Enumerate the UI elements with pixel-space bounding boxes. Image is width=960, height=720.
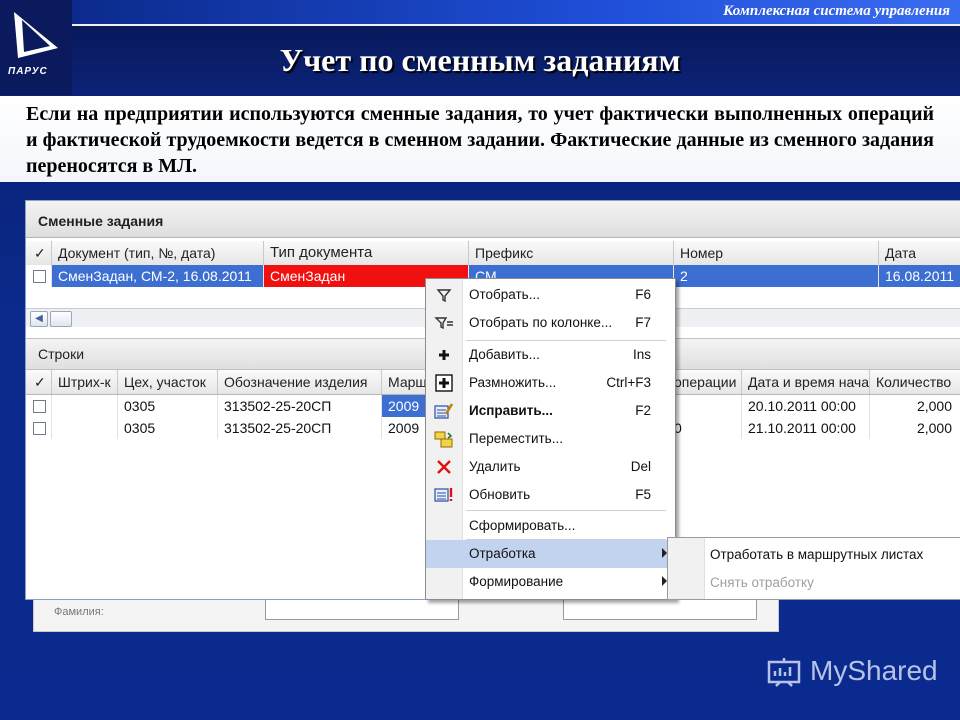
cell-product[interactable]: 313502-25-20СП [218, 395, 382, 417]
cell-barcode[interactable] [52, 395, 118, 417]
filter-icon [434, 286, 454, 304]
menu-item-shortcut: Del [630, 459, 651, 474]
col-date[interactable]: Дата [879, 241, 960, 265]
delete-icon [434, 458, 454, 476]
col-prefix[interactable]: Префикс [469, 241, 674, 265]
menu-item-shortcut: F6 [635, 287, 651, 302]
extra-field[interactable] [563, 598, 757, 620]
cell-document[interactable]: СменЗадан, СМ-2, 16.08.2011 [52, 265, 264, 287]
top-banner: Комплексная система управления [72, 0, 960, 26]
cell-quantity[interactable]: 2,000 [870, 395, 960, 417]
menu-item-label: Отработка [469, 546, 536, 561]
menu-item-label: Отобрать по колонке... [469, 315, 613, 330]
col-doc-type[interactable]: Тип документа [264, 241, 469, 265]
watermark: MyShared [810, 655, 938, 686]
menu-item-label: Размножить... [469, 375, 557, 390]
col-document[interactable]: Документ (тип, №, дата) [52, 241, 264, 265]
menu-separator [466, 510, 666, 511]
menu-item-generate[interactable]: Сформировать... [426, 512, 675, 540]
menu-item-shortcut: Ins [632, 347, 651, 362]
col2-product[interactable]: Обозначение изделия [218, 370, 382, 394]
menu-item-shortcut: Ctrl+F3 [606, 375, 651, 390]
menu-item-processing[interactable]: Отработка [426, 540, 675, 568]
col2-start-datetime[interactable]: Дата и время нача [742, 370, 870, 394]
menu-item-delete[interactable]: Удалить Del [426, 453, 675, 481]
menu-item-add[interactable]: Добавить... Ins [426, 341, 675, 369]
brand-text: Комплексная система управления [723, 3, 950, 19]
col2-barcode[interactable]: Штрих-к [52, 370, 118, 394]
submenu-processing: Отработать в маршрутных листах Снять отр… [667, 537, 960, 600]
surname-label: Фамилия: [54, 606, 104, 618]
submenu-item-label: Отработать в маршрутных листах [710, 547, 924, 562]
menu-item-label: Переместить... [469, 431, 563, 446]
cell-start-datetime[interactable]: 20.10.2011 00:00 [742, 395, 870, 417]
filter-column-icon [434, 314, 454, 332]
cell-product[interactable]: 313502-25-20СП [218, 417, 382, 439]
cell-number[interactable]: 2 [674, 265, 879, 287]
cell-workshop[interactable]: 0305 [118, 395, 218, 417]
menu-item-shortcut: F5 [635, 487, 651, 502]
col2-quantity[interactable]: Количество [870, 370, 960, 394]
section2-title: Строки [38, 346, 85, 362]
cell-date[interactable]: 16.08.2011 [879, 265, 960, 287]
submenu-item-label: Снять отработку [710, 575, 814, 590]
plus-icon [434, 346, 454, 364]
menu-item-filter-column[interactable]: Отобрать по колонке... F7 [426, 309, 675, 337]
employee-panel: Фамилия: [33, 597, 779, 632]
cell-barcode[interactable] [52, 417, 118, 439]
row-checkbox[interactable] [33, 422, 46, 435]
col2-workshop[interactable]: Цех, участок [118, 370, 218, 394]
section-title: Сменные задания [38, 213, 164, 229]
row-check-cell[interactable] [26, 395, 52, 417]
slide-title: Учет по сменным заданиям [279, 42, 681, 78]
section-header-shift-tasks: Сменные задания [26, 201, 960, 238]
menu-item-forming[interactable]: Формирование [426, 568, 675, 596]
col-number[interactable]: Номер [674, 241, 879, 265]
menu-item-label: Обновить [469, 487, 531, 502]
menu-item-label: Исправить... [469, 403, 553, 418]
menu-item-filter[interactable]: Отобрать... F6 [426, 281, 675, 309]
row-checkbox[interactable] [33, 400, 46, 413]
cell-workshop[interactable]: 0305 [118, 417, 218, 439]
scroll-left-icon[interactable]: ◀ [30, 311, 48, 327]
cell-start-datetime[interactable]: 21.10.2011 00:00 [742, 417, 870, 439]
presentation-icon [767, 658, 801, 687]
menu-item-duplicate[interactable]: Размножить... Ctrl+F3 [426, 369, 675, 397]
menu-item-shortcut: F2 [635, 403, 651, 418]
menu-item-label: Отобрать... [469, 287, 540, 302]
row-checkbox[interactable] [33, 270, 46, 283]
menu-item-edit[interactable]: Исправить... F2 [426, 397, 675, 425]
surname-field[interactable] [265, 598, 459, 620]
intro-paragraph: Если на предприятии используются сменные… [26, 103, 934, 177]
menu-item-label: Удалить [469, 459, 521, 474]
scroll-thumb[interactable] [50, 311, 72, 327]
refresh-icon [434, 486, 454, 504]
menu-item-refresh[interactable]: Обновить F5 [426, 481, 675, 509]
menu-item-move[interactable]: Переместить... [426, 425, 675, 453]
menu-item-label: Добавить... [469, 347, 540, 362]
menu-item-shortcut: F7 [635, 315, 651, 330]
edit-icon [434, 402, 454, 420]
menu-item-label: Сформировать... [469, 518, 576, 533]
duplicate-icon [434, 374, 454, 392]
context-menu: Отобрать... F6 Отобрать по колонке... F7… [425, 278, 676, 600]
grid1-header: ✓ Документ (тип, №, дата) Тип документа … [26, 241, 960, 266]
row-check-cell[interactable] [26, 265, 52, 287]
submenu-item-process-route-sheets[interactable]: Отработать в маршрутных листах [668, 540, 960, 568]
cell-quantity[interactable]: 2,000 [870, 417, 960, 439]
row-check-cell[interactable] [26, 417, 52, 439]
col2-check[interactable]: ✓ [26, 370, 52, 394]
col-check[interactable]: ✓ [26, 241, 52, 265]
move-icon [434, 430, 454, 448]
submenu-item-cancel-processing: Снять отработку [668, 568, 960, 596]
menu-item-label: Формирование [469, 574, 564, 589]
